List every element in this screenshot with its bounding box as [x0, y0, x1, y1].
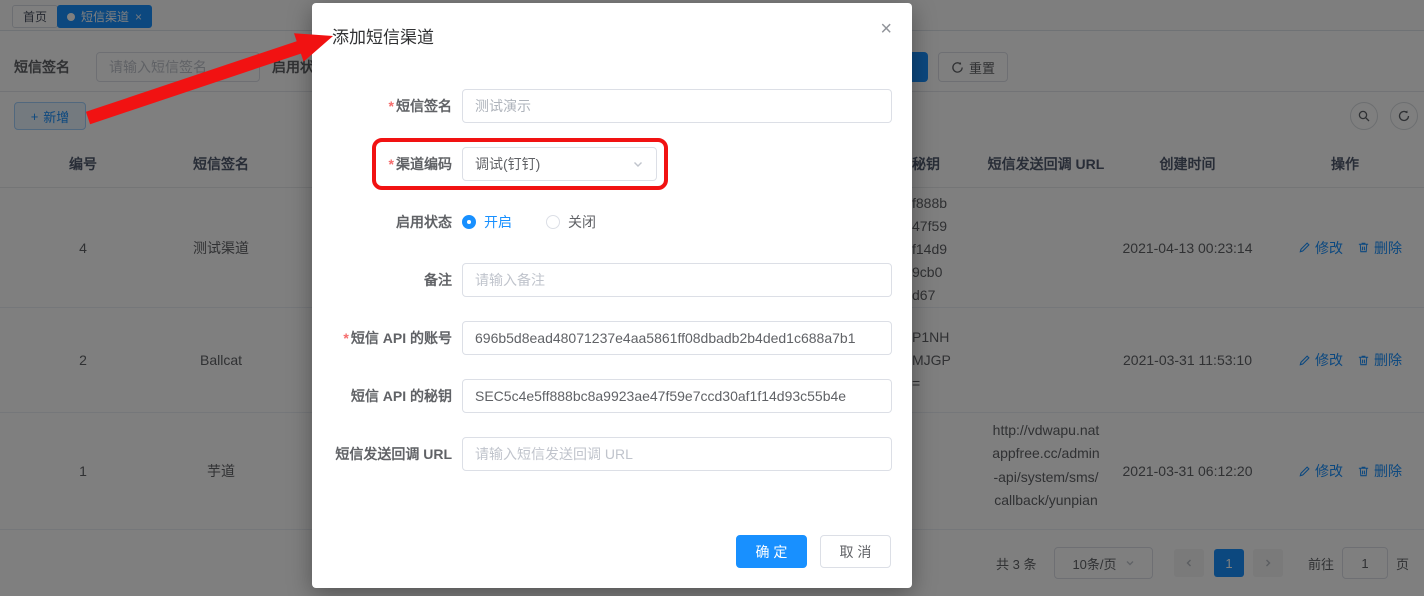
dialog-title: 添加短信渠道 — [332, 23, 434, 48]
callback-url-input[interactable] — [462, 437, 892, 471]
radio-unselected-icon — [546, 215, 560, 229]
remark-field-label: 备注 — [312, 263, 452, 297]
callback-url-label: 短信发送回调 URL — [312, 437, 452, 471]
api-account-label: *短信 API 的账号 — [312, 321, 452, 355]
add-sms-channel-dialog: 添加短信渠道 × *短信签名 *渠道编码 调试(钉钉) 启用状态 开启 — [312, 3, 912, 588]
channel-code-label: *渠道编码 — [312, 147, 452, 181]
channel-code-value: 调试(钉钉) — [475, 154, 540, 174]
form-row-callback-url: 短信发送回调 URL — [312, 437, 912, 471]
form-row-api-secret: 短信 API 的秘钥 — [312, 379, 912, 413]
radio-on-label: 开启 — [484, 212, 512, 232]
status-radio-group: 开启 关闭 — [462, 205, 596, 239]
status-field-label: 启用状态 — [312, 205, 452, 239]
radio-selected-icon — [462, 215, 476, 229]
confirm-button[interactable]: 确 定 — [736, 535, 807, 568]
cancel-button[interactable]: 取 消 — [820, 535, 891, 568]
required-asterisk: * — [343, 330, 348, 346]
sign-field-input[interactable] — [462, 89, 892, 123]
remark-field-input[interactable] — [462, 263, 892, 297]
api-account-input[interactable] — [462, 321, 892, 355]
form-row-api-account: *短信 API 的账号 — [312, 321, 912, 355]
radio-off[interactable]: 关闭 — [546, 212, 596, 232]
required-asterisk: * — [389, 156, 394, 172]
radio-off-label: 关闭 — [568, 212, 596, 232]
close-icon[interactable]: × — [880, 19, 892, 39]
radio-on[interactable]: 开启 — [462, 212, 512, 232]
form-row-remark: 备注 — [312, 263, 912, 297]
sign-field-label: *短信签名 — [312, 89, 452, 123]
api-secret-input[interactable] — [462, 379, 892, 413]
api-secret-label: 短信 API 的秘钥 — [312, 379, 452, 413]
form-row-status: 启用状态 开启 关闭 — [312, 205, 912, 239]
required-asterisk: * — [389, 98, 394, 114]
form-row-sign: *短信签名 — [312, 89, 912, 123]
form-row-channel-code: *渠道编码 调试(钉钉) — [312, 147, 912, 181]
channel-code-select[interactable]: 调试(钉钉) — [462, 147, 657, 181]
chevron-down-icon — [632, 158, 644, 170]
app-root: 首页 短信渠道 × 短信签名 启用状态 重置 + 新增 — [0, 0, 1424, 596]
